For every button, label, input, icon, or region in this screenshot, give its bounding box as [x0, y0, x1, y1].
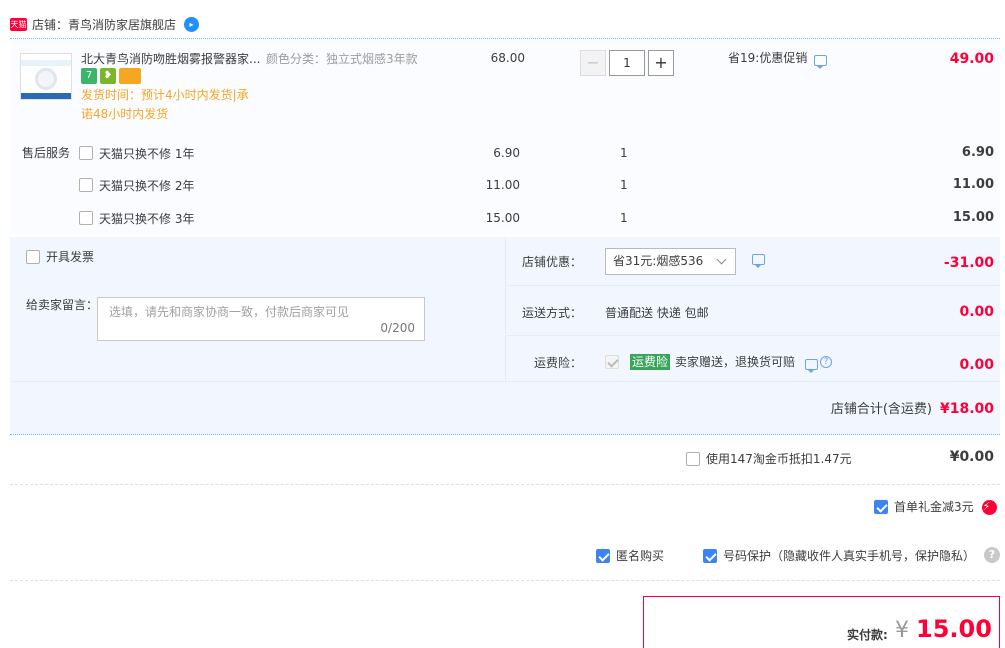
- message-label: 给卖家留言：: [26, 298, 99, 312]
- shop-header: 天猫 店铺： 青鸟消防家居旗舰店 ▸: [10, 14, 200, 34]
- shop-coupon-select[interactable]: 省31元:烟感536: [605, 248, 736, 275]
- divider: [10, 381, 1000, 382]
- ship-time-note: 发货时间：预计4小时内发货|承 诺48小时内发货: [81, 88, 249, 121]
- service-checkbox[interactable]: [79, 146, 93, 160]
- divider: [506, 285, 1000, 286]
- product-title-link[interactable]: 北大青鸟消防吻胜烟雾报警器家...: [81, 51, 261, 67]
- gift-checkbox[interactable]: [874, 500, 888, 514]
- service-option-3y[interactable]: 天猫只换不修 3年: [79, 209, 194, 227]
- wangwang-chat-icon[interactable]: ▸: [184, 16, 200, 32]
- shop-total: 店铺合计(含运费) ¥18.00: [830, 401, 994, 417]
- quantity-stepper: − 1 +: [580, 50, 674, 76]
- qty-input[interactable]: 1: [609, 50, 645, 76]
- insurance-label: 运费险：: [533, 356, 582, 370]
- service-option-1y[interactable]: 天猫只换不修 1年: [79, 144, 194, 162]
- currency-symbol: ¥: [895, 618, 909, 643]
- sku-label: 颜色分类：: [266, 52, 327, 66]
- shipping-label: 运送方式：: [521, 306, 582, 320]
- shipping-insurance: 运费险 卖家赠送，退换货可赔 ?: [605, 354, 833, 373]
- service-subtotal: 11.00: [952, 177, 994, 192]
- anonymous-checkbox[interactable]: [596, 549, 610, 563]
- shop-total-value: ¥18.00: [939, 401, 994, 417]
- service-price: 11.00: [485, 178, 520, 192]
- invoice-checkbox[interactable]: [26, 250, 40, 264]
- service-checkbox[interactable]: [79, 178, 93, 192]
- promo-info-icon[interactable]: [814, 54, 828, 69]
- service-checkbox[interactable]: [79, 211, 93, 225]
- service-price: 6.90: [493, 146, 520, 160]
- shipping-amount: 0.00: [959, 304, 994, 320]
- service-qty: 1: [620, 211, 628, 225]
- coin-checkbox[interactable]: [686, 452, 700, 466]
- coupon-amount: -31.00: [943, 255, 994, 271]
- phone-protect-checkbox[interactable]: [703, 549, 717, 563]
- shipping-method: 普通配送 快递 包邮: [605, 306, 709, 320]
- lightning-icon: [981, 499, 997, 515]
- service-qty: 1: [620, 146, 628, 160]
- service-qty: 1: [620, 178, 628, 192]
- insurance-tag: 运费险: [630, 354, 671, 370]
- service-option-2y[interactable]: 天猫只换不修 2年: [79, 176, 194, 194]
- divider: [506, 335, 1000, 336]
- service-badges: 7 ❥: [81, 68, 141, 84]
- phone-protection-option[interactable]: 号码保护（隐藏收件人真实手机号，保护隐私）: [703, 548, 975, 564]
- sku-value: 独立式烟感3年款: [326, 52, 418, 66]
- product-sku: 颜色分类：独立式烟感3年款: [266, 51, 418, 67]
- help-icon[interactable]: ?: [820, 356, 833, 368]
- qty-increase-button[interactable]: +: [648, 50, 674, 76]
- coupon-label: 店铺优惠：: [521, 255, 582, 269]
- coupon-info-icon[interactable]: [752, 254, 765, 268]
- item-promo: 省19:优惠促销: [728, 50, 828, 69]
- shop-name-link[interactable]: 青鸟消防家居旗舰店: [68, 16, 176, 33]
- guarantee-icon[interactable]: ❥: [100, 68, 116, 84]
- anonymous-purchase-option[interactable]: 匿名购买: [596, 548, 664, 564]
- seven-day-return-icon[interactable]: 7: [81, 68, 97, 84]
- message-placeholder: 选填，请先和商家协商一致，付款后商家可见: [109, 305, 350, 319]
- insurance-amount: 0.00: [959, 357, 994, 373]
- shop-label: 店铺：: [32, 17, 69, 32]
- divider: [10, 484, 1000, 485]
- item-unit-price: 68.00: [490, 51, 525, 65]
- product-thumbnail[interactable]: [20, 53, 72, 100]
- chevron-down-icon: [716, 254, 727, 265]
- coin-amount: ¥0.00: [949, 449, 994, 465]
- seller-message-input[interactable]: 选填，请先和商家协商一致，付款后商家可见 0/200: [97, 297, 425, 341]
- divider: [505, 237, 506, 382]
- credit-card-icon[interactable]: [119, 68, 141, 84]
- qty-decrease-button[interactable]: −: [580, 50, 606, 76]
- first-order-gift[interactable]: 首单礼金减3元: [874, 499, 997, 515]
- service-price: 15.00: [485, 211, 520, 225]
- item-area: [10, 38, 1000, 234]
- item-subtotal: 49.00: [949, 51, 994, 67]
- message-char-count: 0/200: [380, 321, 415, 335]
- insurance-checkbox: [605, 355, 619, 369]
- invoice-option[interactable]: 开具发票: [26, 249, 94, 265]
- tmall-badge: 天猫: [10, 17, 27, 31]
- service-subtotal: 15.00: [952, 210, 994, 225]
- service-subtotal: 6.90: [961, 145, 994, 160]
- question-icon[interactable]: ?: [984, 547, 1000, 563]
- insurance-text: 卖家赠送，退换货可赔: [675, 355, 796, 369]
- taobao-coin-option[interactable]: 使用147淘金币抵扣1.47元: [686, 451, 852, 467]
- payment-amount: 15.00: [916, 615, 992, 643]
- divider: [10, 580, 1000, 581]
- insurance-info-icon[interactable]: [805, 358, 819, 373]
- after-sales-title: 售后服务: [22, 146, 71, 160]
- payment-label: 实付款:: [847, 628, 888, 642]
